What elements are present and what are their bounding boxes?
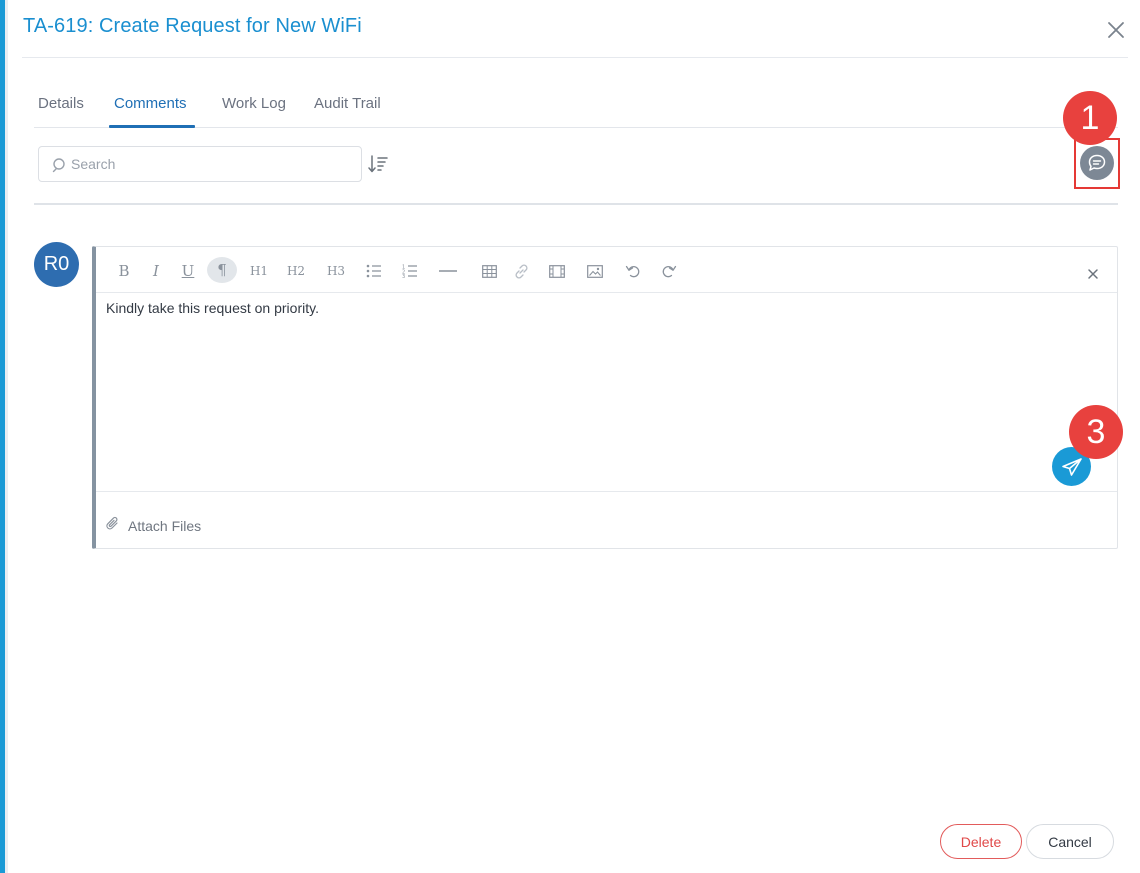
paragraph-button[interactable]: ¶ [207, 257, 237, 283]
heading-3-button[interactable]: H3 [326, 259, 346, 283]
section-divider [34, 203, 1118, 205]
paperclip-icon [106, 516, 120, 535]
tab-work-log[interactable]: Work Log [222, 95, 286, 112]
avatar: R0 [34, 242, 79, 287]
modal-dialog: TA-619: Create Request for New WiFi Deta… [0, 0, 1140, 873]
ordered-list-icon[interactable]: 123 [400, 259, 420, 283]
editor-toolbar: B I U ¶ H1 H2 H3 123 [96, 247, 1117, 293]
video-icon[interactable] [547, 259, 567, 283]
heading-1-button[interactable]: H1 [249, 259, 269, 283]
svg-text:3: 3 [402, 274, 405, 278]
annotation-badge-1: 1 [1063, 91, 1117, 145]
comment-text-area[interactable]: Kindly take this request on priority. [106, 300, 1096, 440]
heading-2-button[interactable]: H2 [286, 259, 306, 283]
left-shadow-strip [5, 0, 8, 873]
attach-files-label: Attach Files [128, 517, 202, 534]
delete-button[interactable]: Delete [940, 824, 1022, 859]
editor-footer: Attach Files [96, 491, 1117, 549]
bullet-list-icon[interactable] [364, 259, 384, 283]
annotation-badge-3: 3 [1069, 405, 1123, 459]
bold-button[interactable]: B [114, 259, 134, 283]
horizontal-rule-icon[interactable] [438, 259, 458, 283]
image-icon[interactable] [585, 259, 605, 283]
tab-comments[interactable]: Comments [114, 95, 187, 112]
search-box [38, 146, 362, 182]
active-tab-indicator [109, 125, 195, 128]
sort-descending-icon[interactable] [367, 154, 389, 174]
link-icon[interactable] [511, 259, 531, 283]
editor-close-icon[interactable] [1086, 267, 1100, 281]
modal-title: TA-619: Create Request for New WiFi [23, 15, 362, 37]
search-input[interactable] [71, 147, 351, 181]
comment-editor: B I U ¶ H1 H2 H3 123 Kindly take this re… [92, 246, 1118, 549]
redo-icon[interactable] [659, 259, 679, 283]
cancel-button[interactable]: Cancel [1026, 824, 1114, 859]
title-divider [22, 57, 1128, 58]
search-icon [52, 157, 68, 173]
close-icon[interactable] [1104, 18, 1128, 42]
table-icon[interactable] [479, 259, 499, 283]
underline-button[interactable]: U [178, 259, 198, 283]
add-comment-button[interactable] [1080, 146, 1114, 180]
tab-details[interactable]: Details [38, 95, 84, 112]
italic-button[interactable]: I [146, 259, 166, 283]
tab-audit-trail[interactable]: Audit Trail [314, 95, 381, 112]
tab-bar: Details Comments Work Log Audit Trail [34, 88, 1118, 128]
attach-files-button[interactable]: Attach Files [106, 516, 201, 535]
undo-icon[interactable] [622, 259, 642, 283]
